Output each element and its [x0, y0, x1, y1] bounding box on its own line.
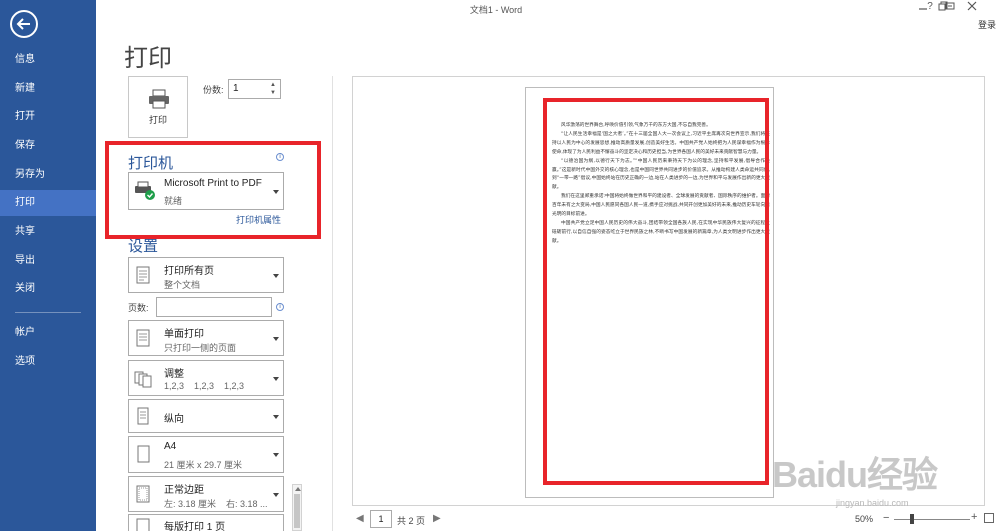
zoom-to-page-icon[interactable]: [984, 513, 994, 523]
baidu-watermark: Baidu经验: [772, 454, 938, 495]
sidebar-item-share[interactable]: 共享: [0, 219, 96, 245]
collate-icon: [134, 371, 152, 388]
copies-value: 1: [233, 83, 239, 94]
pages-per-sheet-select[interactable]: 每版打印 1 页: [128, 514, 284, 531]
print-button-label: 打印: [148, 115, 167, 125]
chevron-down-icon: [273, 337, 279, 341]
chevron-down-icon: [273, 377, 279, 381]
chevron-down-icon: [273, 415, 279, 419]
minimize-icon[interactable]: [913, 1, 933, 14]
pages-input[interactable]: [156, 297, 272, 317]
zoom-in-icon[interactable]: +: [971, 511, 977, 523]
setting-line1: 正常边距: [164, 485, 204, 496]
scrollbar-thumb[interactable]: [294, 494, 300, 528]
one-sided-icon: [136, 329, 150, 347]
spin-up-icon[interactable]: ▲: [270, 82, 278, 89]
print-button[interactable]: 打印: [128, 76, 188, 138]
chevron-down-icon: [273, 453, 279, 457]
printer-highlight-frame: [105, 141, 321, 239]
scroll-up-icon[interactable]: [295, 487, 301, 491]
sidebar-item-account[interactable]: 帐户: [0, 320, 96, 346]
sidebar-divider: [15, 312, 81, 313]
sides-select[interactable]: 单面打印 只打印一侧的页面: [128, 320, 284, 356]
zoom-slider-thumb[interactable]: [910, 514, 914, 524]
next-page-icon[interactable]: ▶: [433, 513, 441, 524]
zoom-level[interactable]: 50%: [855, 514, 873, 524]
sidebar-item-save-as[interactable]: 另存为: [0, 162, 96, 188]
pages-label: 页数:: [128, 303, 149, 313]
zoom-out-icon[interactable]: −: [883, 512, 889, 524]
setting-line2: 整个文档: [164, 280, 201, 290]
portrait-icon: [137, 407, 149, 425]
setting-line1: 每版打印 1 页: [164, 522, 226, 531]
sidebar-item-close[interactable]: 关闭: [0, 276, 96, 302]
setting-line1: 打印所有页: [164, 266, 214, 277]
previous-page-icon[interactable]: ◀: [356, 513, 364, 524]
printer-icon: [149, 89, 169, 109]
close-window-icon[interactable]: [962, 1, 982, 14]
info-icon[interactable]: i: [276, 303, 284, 311]
zoom-slider[interactable]: [894, 519, 970, 520]
title-bar: 文档1 - Word ?: [96, 0, 1000, 18]
sidebar-item-options[interactable]: 选项: [0, 349, 96, 375]
back-arrow-icon[interactable]: [10, 10, 38, 38]
baidu-watermark-url: jingyan.baidu.com: [836, 498, 909, 508]
print-range-select[interactable]: 打印所有页 整个文档: [128, 257, 284, 293]
paper-size-select[interactable]: A4 21 厘米 x 29.7 厘米: [128, 436, 284, 473]
settings-scrollbar[interactable]: [292, 484, 302, 531]
backstage-sidebar: 信息 新建 打开 保存 另存为 打印 共享 导出 关闭 帐户 选项: [0, 0, 96, 531]
panel-divider: [332, 76, 333, 531]
margins-select[interactable]: 正常边距 左: 3.18 厘米 右: 3.18 ...: [128, 476, 284, 512]
setting-line2: 只打印一侧的页面: [164, 343, 237, 353]
setting-line1: 调整: [164, 369, 184, 380]
sidebar-item-save[interactable]: 保存: [0, 133, 96, 159]
sidebar-item-print[interactable]: 打印: [0, 190, 96, 216]
setting-line2: 1,2,3 1,2,3 1,2,3: [164, 381, 245, 391]
preview-highlight-frame: [543, 98, 769, 485]
orientation-select[interactable]: 纵向: [128, 399, 284, 433]
pages-icon: [136, 266, 150, 284]
sidebar-item-export[interactable]: 导出: [0, 248, 96, 274]
page-title: 打印: [124, 44, 172, 72]
restore-icon[interactable]: [933, 1, 953, 14]
setting-line2: 21 厘米 x 29.7 厘米: [164, 460, 243, 470]
setting-line1: A4: [164, 441, 177, 452]
signin-link[interactable]: 登录: [978, 18, 996, 31]
page-number-input[interactable]: 1: [370, 510, 392, 528]
sidebar-item-info[interactable]: 信息: [0, 47, 96, 73]
setting-line2: 左: 3.18 厘米 右: 3.18 ...: [164, 499, 268, 509]
paper-size-icon: [137, 445, 150, 463]
sidebar-item-new[interactable]: 新建: [0, 76, 96, 102]
setting-line1: 单面打印: [164, 329, 204, 340]
copies-stepper[interactable]: 1 ▲ ▼: [228, 79, 281, 99]
page-total: 共 2 页: [397, 516, 426, 526]
copies-label: 份数:: [203, 85, 224, 95]
margins-icon: [136, 485, 150, 503]
sidebar-item-open[interactable]: 打开: [0, 104, 96, 130]
pages-per-sheet-icon: [136, 518, 150, 531]
spin-down-icon[interactable]: ▼: [270, 90, 278, 97]
collate-select[interactable]: 调整 1,2,3 1,2,3 1,2,3: [128, 360, 284, 396]
setting-line1: 纵向: [164, 414, 184, 425]
chevron-down-icon: [273, 274, 279, 278]
window-title: 文档1 - Word: [469, 5, 523, 15]
chevron-down-icon: [273, 493, 279, 497]
